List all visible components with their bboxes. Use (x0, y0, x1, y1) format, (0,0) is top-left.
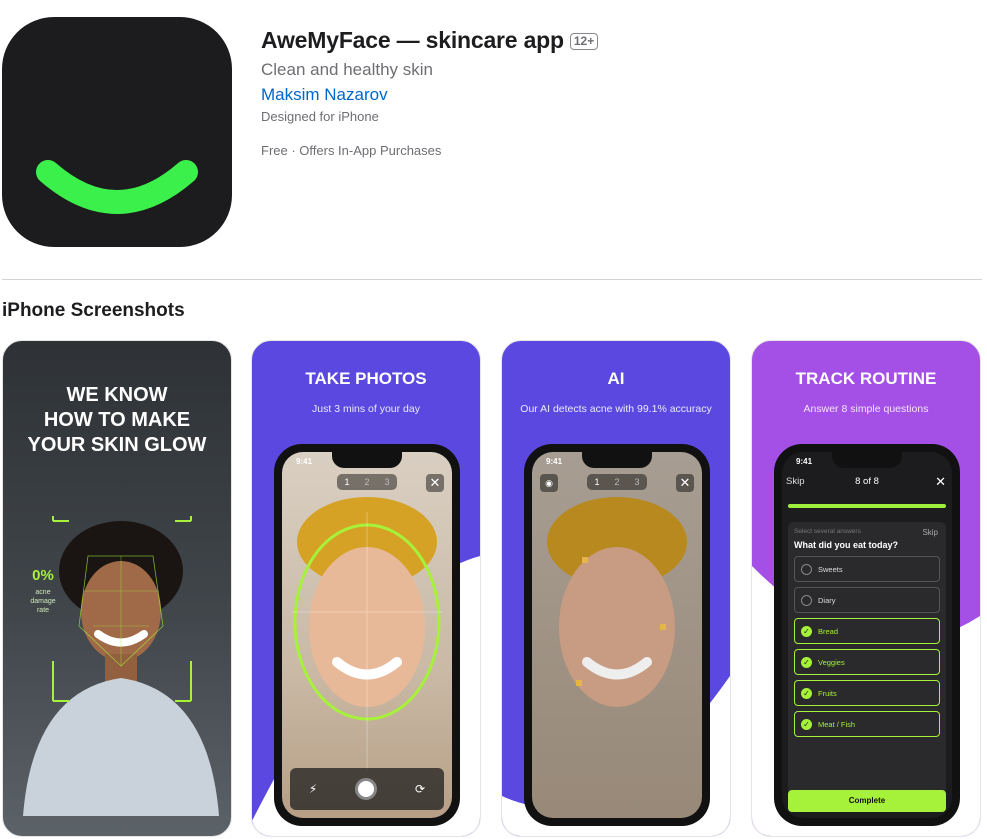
acne-stat: 0% acne damage rate (23, 567, 63, 615)
face-photo (292, 497, 442, 772)
acne-stat-value: 0% (32, 567, 54, 584)
close-icon[interactable]: ✕ (935, 474, 946, 490)
screenshot-headline: TAKE PHOTOS (305, 369, 427, 388)
question-card: Select several answers Skip What did you… (788, 522, 946, 796)
screenshot-headline: AI (607, 369, 625, 388)
app-title: AweMyFace — skincare app (261, 27, 564, 53)
check-icon: ✓ (801, 687, 812, 699)
screenshot-3[interactable]: AI Our AI detects acne with 99.1% accura… (501, 340, 731, 837)
question-text: What did you eat today? (794, 540, 899, 550)
phone-mockup: 9:41 1 2 3 ✕ ⚡ ⟳ (274, 444, 460, 826)
quiz-progress-bar (788, 504, 946, 508)
complete-button[interactable]: Complete (788, 790, 946, 812)
photo-tabs: 1 2 3 (587, 474, 647, 490)
option-veggies[interactable]: ✓ Veggies (794, 649, 940, 675)
close-icon[interactable]: ✕ (426, 474, 444, 492)
radio-icon (801, 594, 812, 606)
option-sweets[interactable]: Sweets (794, 556, 940, 582)
screenshot-subtitle: Answer 8 simple questions (803, 403, 929, 415)
option-fruits[interactable]: ✓ Fruits (794, 680, 940, 706)
age-rating-badge: 12+ (569, 33, 599, 50)
tab-2[interactable]: 2 (607, 474, 627, 490)
screenshot-subtitle: Just 3 mins of your day (312, 403, 420, 415)
question-hint: Select several answers (794, 528, 861, 535)
screenshots-heading: iPhone Screenshots (2, 300, 185, 321)
status-time: 9:41 (546, 457, 563, 466)
tab-1[interactable]: 1 (337, 474, 357, 490)
smile-logo-icon (36, 160, 198, 214)
skip-question-link[interactable]: Skip (922, 528, 938, 537)
option-meat-fish[interactable]: ✓ Meat / Fish (794, 711, 940, 737)
phone-mockup: 9:41 Skip 8 of 8 ✕ Select several answer… (774, 444, 960, 826)
status-time: 9:41 (296, 457, 313, 466)
price-info: Free · Offers In-App Purchases (261, 143, 442, 158)
phone-mockup: 9:41 ◉ 1 2 3 ✕ (524, 444, 710, 826)
app-subtitle: Clean and healthy skin (261, 60, 434, 79)
check-icon: ✓ (801, 656, 812, 668)
check-icon: ✓ (801, 718, 812, 730)
app-icon (2, 17, 232, 247)
tab-3[interactable]: 3 (377, 474, 397, 490)
developer-link[interactable]: Maksim Nazarov (261, 85, 388, 105)
acne-stat-label: acne damage rate (30, 589, 56, 614)
tab-3[interactable]: 3 (627, 474, 647, 490)
face-photo (547, 497, 687, 707)
camera-bar: ⚡ ⟳ (290, 768, 444, 810)
screenshot-subtitle: Our AI detects acne with 99.1% accuracy (520, 403, 712, 415)
portrait-illustration (23, 516, 219, 816)
status-time: 9:41 (796, 457, 813, 466)
flip-camera-icon[interactable]: ⟳ (415, 782, 425, 796)
screenshot-headline: WE KNOW HOW TO MAKE YOUR SKIN GLOW (27, 384, 207, 456)
section-divider (2, 279, 982, 280)
designed-for: Designed for iPhone (261, 109, 379, 124)
option-bread[interactable]: ✓ Bread (794, 618, 940, 644)
check-icon: ✓ (801, 625, 812, 637)
shutter-button[interactable] (355, 778, 378, 800)
app-info: AweMyFace — skincare app 12+ Clean and h… (261, 27, 599, 158)
eye-icon[interactable]: ◉ (540, 474, 558, 492)
question-counter: 8 of 8 (855, 476, 879, 487)
tab-1[interactable]: 1 (587, 474, 607, 490)
tab-2[interactable]: 2 (357, 474, 377, 490)
option-diary[interactable]: Diary (794, 587, 940, 613)
screenshot-1[interactable]: WE KNOW HOW TO MAKE YOUR SKIN GLOW 0% ac… (2, 340, 232, 837)
quiz-screen: 9:41 Skip 8 of 8 ✕ Select several answer… (782, 452, 952, 818)
screenshot-4[interactable]: TRACK ROUTINE Answer 8 simple questions … (751, 340, 981, 837)
close-icon[interactable]: ✕ (676, 474, 694, 492)
photo-tabs: 1 2 3 (337, 474, 397, 490)
screenshot-headline: TRACK ROUTINE (795, 369, 937, 388)
screenshot-2[interactable]: TAKE PHOTOS Just 3 mins of your day 9:41… (251, 340, 481, 837)
flash-icon[interactable]: ⚡ (309, 782, 317, 796)
radio-icon (801, 563, 812, 575)
